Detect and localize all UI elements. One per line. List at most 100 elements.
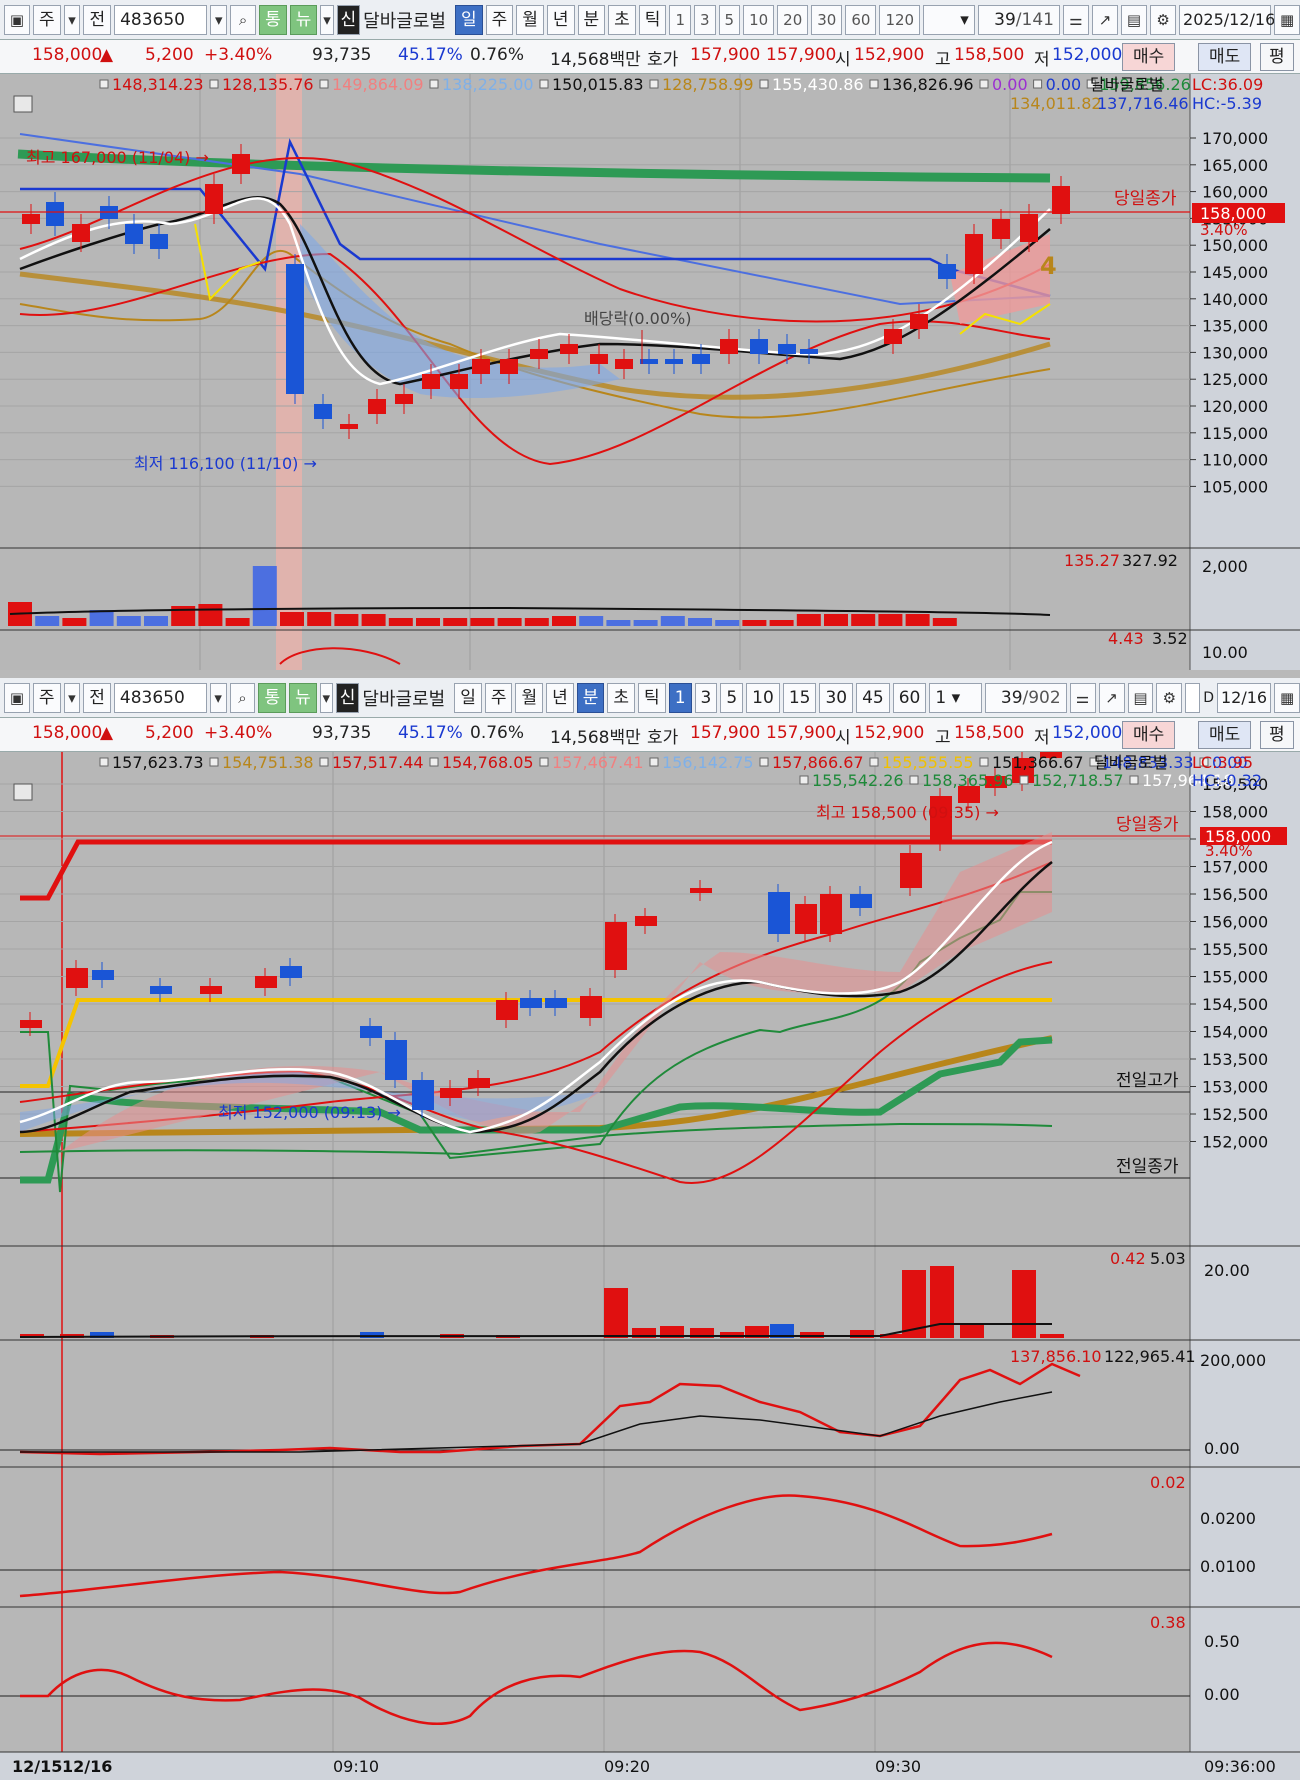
buy-button[interactable]: 매수 <box>1122 721 1176 749</box>
time-label: 09:20 <box>604 1757 650 1776</box>
period-minute[interactable]: 분 <box>577 4 606 35</box>
window-icon[interactable]: ▣ <box>4 682 30 713</box>
volume-bar <box>878 614 903 626</box>
buy-button[interactable]: 매수 <box>1122 43 1176 71</box>
legend-marker <box>1033 79 1043 89</box>
price-tick-label: 155,500 <box>1202 940 1268 959</box>
chart-tool-icon[interactable]: ⚌ <box>1069 682 1096 713</box>
period-week[interactable]: 주 <box>484 682 513 713</box>
save-icon[interactable]: ▤ <box>1127 682 1154 713</box>
calendar-icon[interactable]: ▦ <box>1274 682 1300 713</box>
price-tick-label: 160,000 <box>1202 183 1268 202</box>
chevron-down-icon[interactable]: ▾ <box>63 682 81 713</box>
interval-1[interactable]: 1 <box>669 4 691 35</box>
period-tick[interactable]: 틱 <box>638 682 666 713</box>
period-day[interactable]: 일 <box>454 682 482 713</box>
checkbox-icon[interactable] <box>1185 682 1201 713</box>
period-type-select[interactable]: 주 <box>32 682 61 713</box>
volume-bar <box>1040 1334 1064 1338</box>
interval-custom-select[interactable]: ▾ <box>923 4 975 35</box>
draw-tool-icon[interactable]: ↗ <box>1092 4 1119 35</box>
save-icon[interactable]: ▤ <box>1121 4 1148 35</box>
legend-value: 152,718.57 <box>1032 771 1124 790</box>
chevron-down-icon[interactable]: ▾ <box>210 4 228 35</box>
candle-body <box>395 394 413 404</box>
turnover: 45.17% <box>398 45 463 65</box>
period-year[interactable]: 년 <box>546 682 574 713</box>
jeon-button[interactable]: 전 <box>83 682 111 713</box>
interval-1[interactable]: 1 <box>668 682 692 713</box>
interval-5[interactable]: 5 <box>720 682 744 713</box>
current-price: 158,000 <box>32 723 103 743</box>
period-month[interactable]: 월 <box>515 682 544 713</box>
stock-code-input[interactable]: 483650 <box>114 4 208 35</box>
volume-bar <box>715 620 740 626</box>
candle-body <box>615 359 633 369</box>
time-label: 09:10 <box>333 1757 379 1776</box>
interval-10[interactable]: 10 <box>743 4 775 35</box>
chevron-down-icon[interactable]: ▾ <box>319 682 333 713</box>
interval-60[interactable]: 60 <box>892 682 927 713</box>
price-tick-label: 125,000 <box>1202 370 1268 389</box>
period-year[interactable]: 년 <box>546 4 575 35</box>
legend2-a: 134,011.82 <box>1010 94 1102 113</box>
sell-button[interactable]: 매도 <box>1198 721 1252 749</box>
interval-custom-select[interactable]: 1 ▾ <box>929 682 982 713</box>
calendar-icon[interactable]: ▦ <box>1274 4 1300 35</box>
interval-5[interactable]: 5 <box>718 4 741 35</box>
interval-3[interactable]: 3 <box>694 682 718 713</box>
volume-bar <box>796 614 821 626</box>
interval-10[interactable]: 10 <box>746 682 780 713</box>
chevron-down-icon[interactable]: ▾ <box>63 4 81 35</box>
gear-icon[interactable]: ⚙ <box>1150 4 1177 35</box>
tong-button[interactable]: 통 <box>259 4 287 35</box>
gear-icon[interactable]: ⚙ <box>1156 682 1183 713</box>
interval-45[interactable]: 45 <box>856 682 890 713</box>
period-week[interactable]: 주 <box>485 4 514 35</box>
period-type-select[interactable]: 주 <box>33 4 61 35</box>
avg-button[interactable]: 평 <box>1260 721 1294 749</box>
search-icon[interactable]: ⌕ <box>230 4 257 35</box>
volume: 93,735 <box>312 723 372 743</box>
period-second[interactable]: 초 <box>607 682 636 713</box>
grid-toggle-icon[interactable] <box>13 95 33 113</box>
legend-marker <box>99 79 109 89</box>
interval-60[interactable]: 60 <box>845 4 877 35</box>
period-month[interactable]: 월 <box>516 4 544 35</box>
draw-tool-icon[interactable]: ↗ <box>1098 682 1125 713</box>
interval-30[interactable]: 30 <box>811 4 843 35</box>
tong-button[interactable]: 통 <box>258 682 287 713</box>
bottom-minute-chart[interactable]: 158,500158,000157,500157,000156,500156,0… <box>0 752 1300 1780</box>
stock-code-input[interactable]: 483650 <box>113 682 207 713</box>
grid-toggle-icon[interactable] <box>13 783 33 801</box>
interval-120[interactable]: 120 <box>879 4 921 35</box>
date-input[interactable]: 2025/12/16 <box>1179 4 1275 35</box>
interval-20[interactable]: 20 <box>777 4 809 35</box>
interval-15[interactable]: 15 <box>782 682 817 713</box>
interval-3[interactable]: 3 <box>693 4 716 35</box>
top-daily-chart[interactable]: 170,000165,000160,000155,000150,000145,0… <box>0 74 1300 670</box>
interval-30[interactable]: 30 <box>819 682 854 713</box>
price-tick-label: 120,000 <box>1202 397 1268 416</box>
jeon-button[interactable]: 전 <box>83 4 112 35</box>
period-tick[interactable]: 틱 <box>638 4 667 35</box>
legend-marker <box>1129 775 1139 785</box>
window-icon[interactable]: ▣ <box>4 4 31 35</box>
news-button[interactable]: 뉴 <box>289 4 318 35</box>
count-total: /902 <box>1022 687 1061 708</box>
count-input[interactable]: 39/141 <box>977 4 1060 35</box>
period-minute[interactable]: 분 <box>576 682 605 713</box>
period-second[interactable]: 초 <box>608 4 636 35</box>
period-day[interactable]: 일 <box>454 4 483 35</box>
chart-tool-icon[interactable]: ⚌ <box>1062 4 1089 35</box>
chevron-down-icon[interactable]: ▾ <box>209 682 227 713</box>
candle-body <box>468 1078 490 1088</box>
count-input[interactable]: 39/902 <box>984 682 1067 713</box>
candle-body <box>66 968 88 988</box>
news-button[interactable]: 뉴 <box>289 682 317 713</box>
sell-button[interactable]: 매도 <box>1198 43 1252 71</box>
date-input[interactable]: 12/16 <box>1216 682 1272 713</box>
avg-button[interactable]: 평 <box>1260 43 1294 71</box>
chevron-down-icon[interactable]: ▾ <box>320 4 334 35</box>
search-icon[interactable]: ⌕ <box>229 682 256 713</box>
